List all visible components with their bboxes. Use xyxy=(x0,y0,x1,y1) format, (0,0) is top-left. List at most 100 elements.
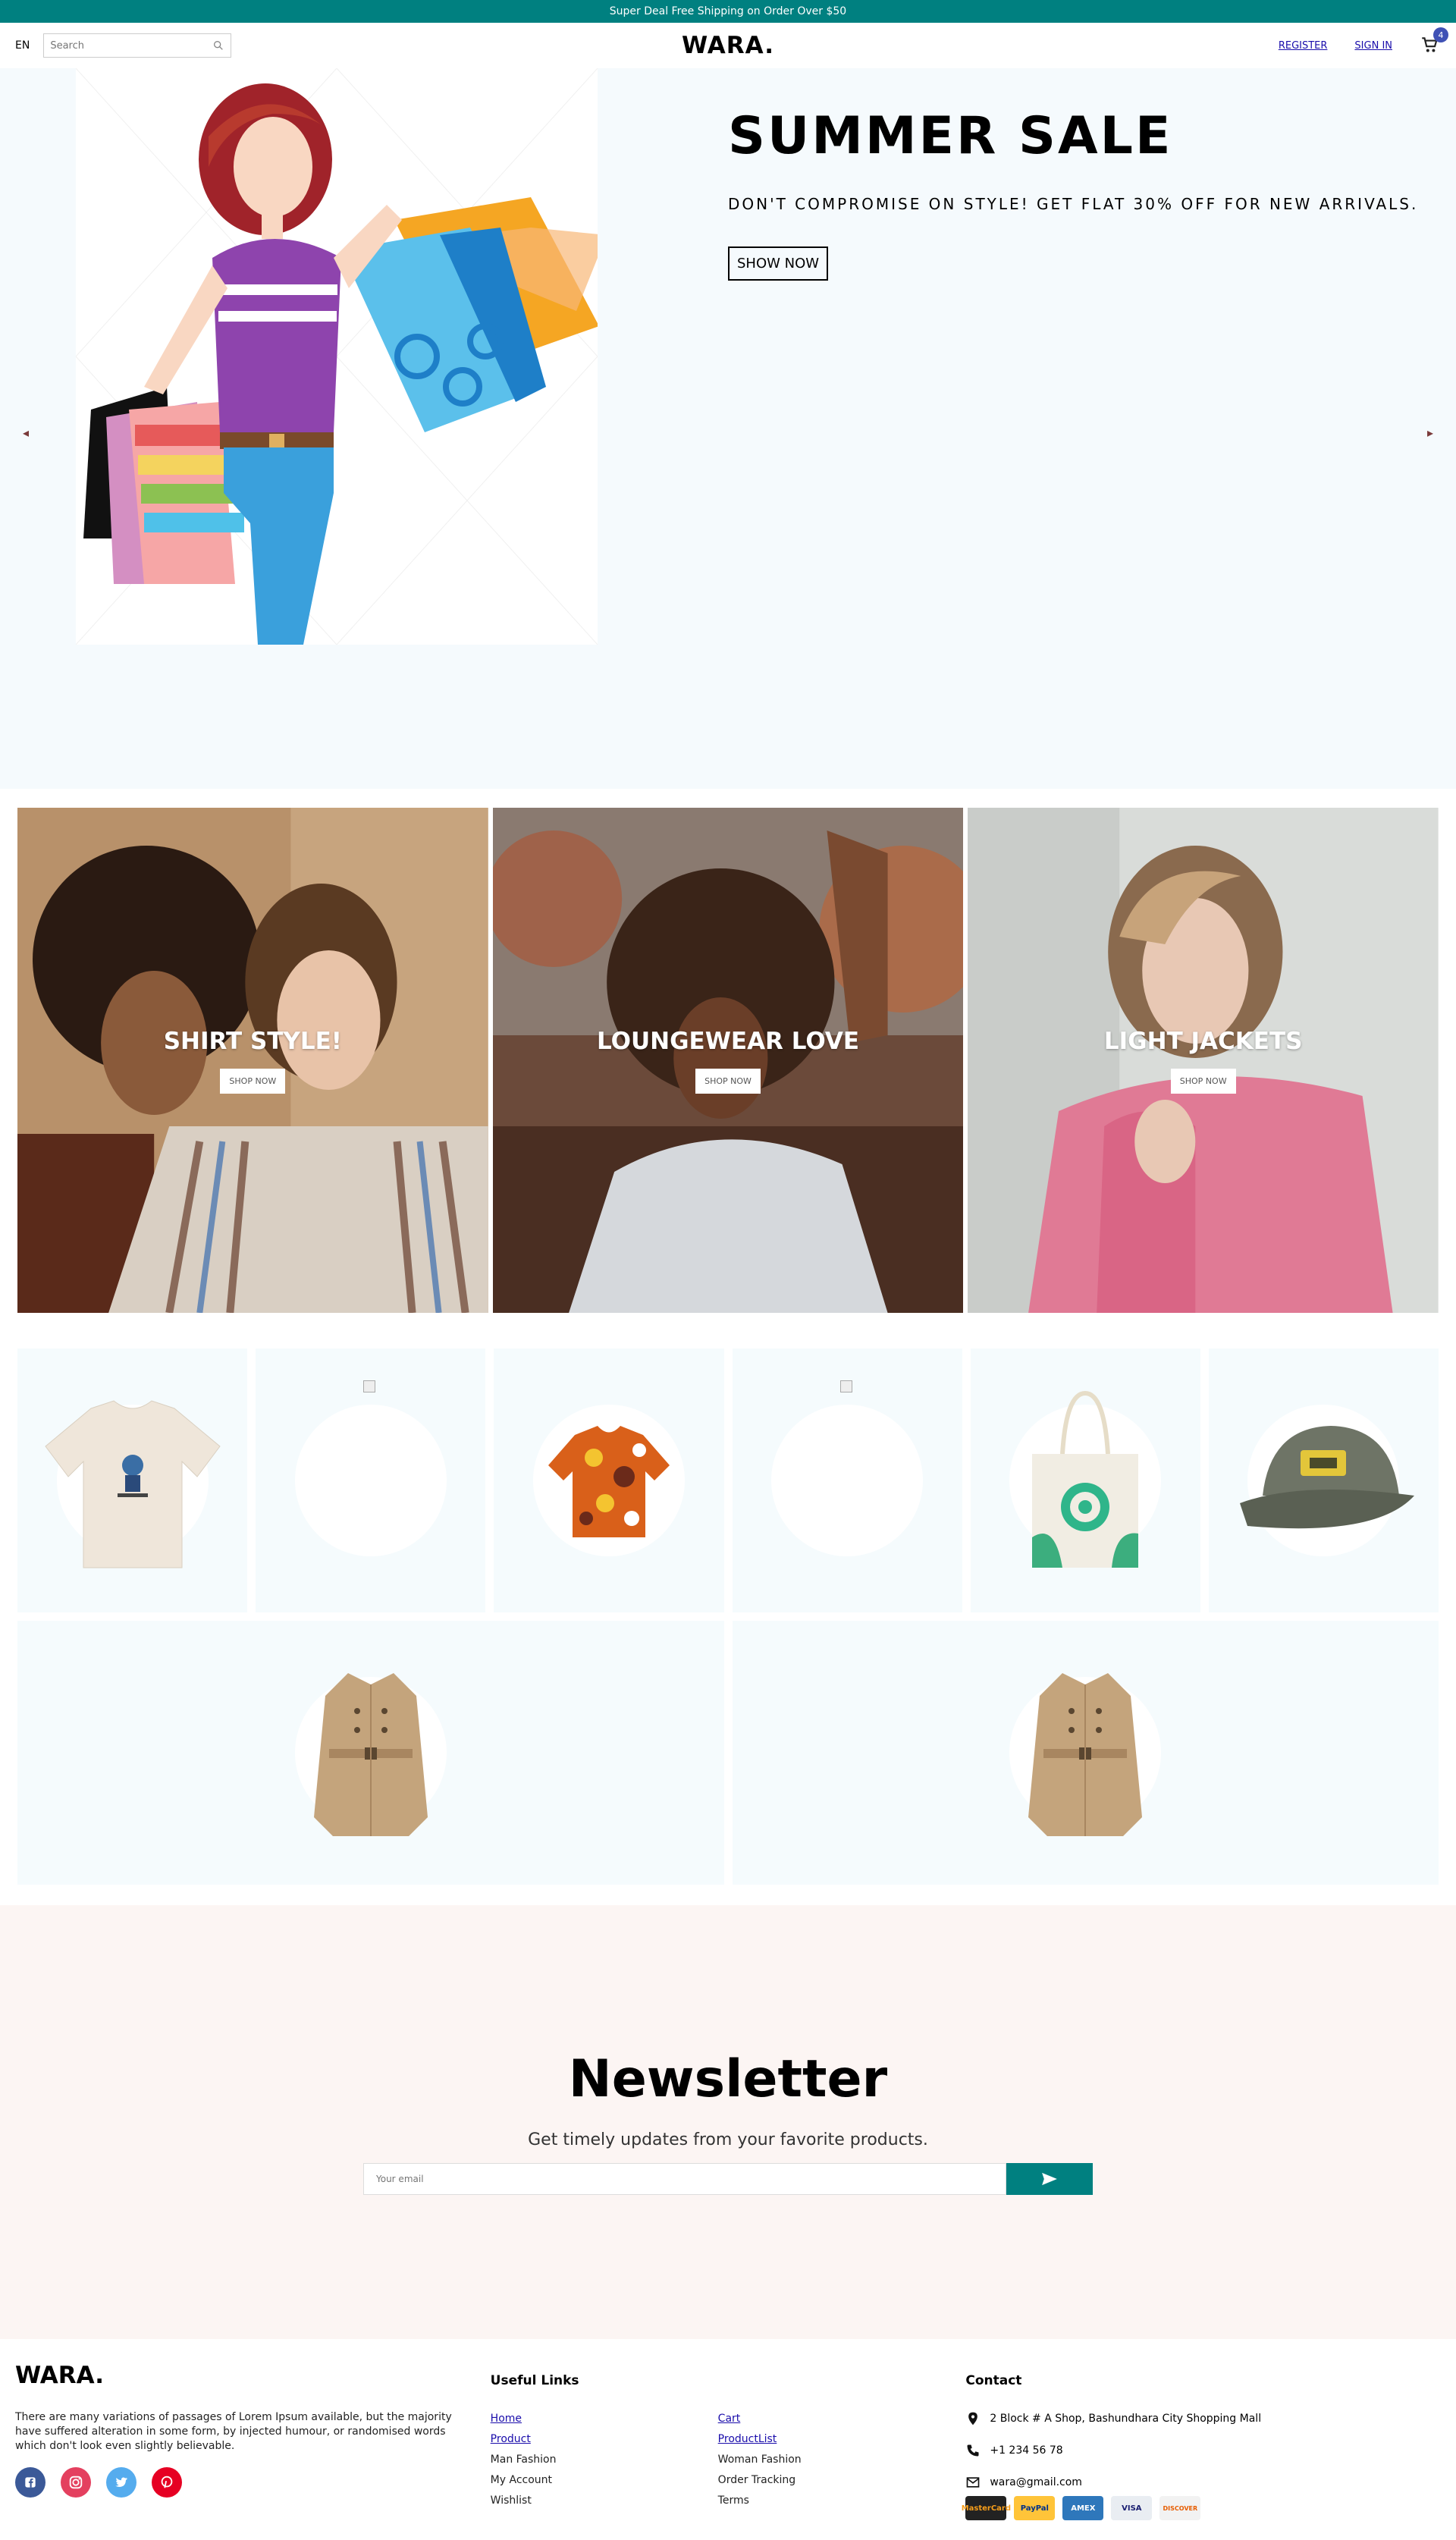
contact-title: Contact xyxy=(965,2373,1022,2388)
newsletter-title: Newsletter xyxy=(568,2049,888,2109)
hero-image xyxy=(76,68,598,645)
facebook-icon xyxy=(25,2477,36,2488)
search-input[interactable] xyxy=(50,39,213,52)
language-selector[interactable]: EN xyxy=(15,39,30,52)
announcement-bar: Super Deal Free Shipping on Order Over $… xyxy=(0,0,1456,23)
site-logo[interactable]: WARA. xyxy=(682,32,774,59)
contact-address: 2 Block # A Shop, Bashundhara City Shopp… xyxy=(965,2411,1441,2426)
twitter-icon xyxy=(115,2477,128,2487)
footer-link-my-account[interactable]: My Account xyxy=(491,2474,718,2486)
phone-icon xyxy=(967,2444,979,2457)
instagram-icon xyxy=(69,2476,83,2488)
hero-description: DON'T COMPROMISE ON STYLE! GET FLAT 30% … xyxy=(728,195,1419,213)
footer-contact: Contact 2 Block # A Shop, Bashundhara Ci… xyxy=(962,2358,1441,2540)
baseball-cap-image xyxy=(1240,1426,1415,1529)
category-title: LIGHT JACKETS xyxy=(1103,1027,1303,1055)
cart-badge: 4 xyxy=(1433,27,1448,42)
trench-coat-image xyxy=(1028,1673,1143,1836)
footer-link-wishlist[interactable]: Wishlist xyxy=(491,2494,718,2507)
paypal-icon: PayPal xyxy=(1014,2496,1056,2520)
hero-title: SUMMER SALE xyxy=(728,106,1173,166)
mail-icon xyxy=(967,2477,980,2488)
social-links xyxy=(15,2466,491,2498)
tote-bag-image xyxy=(1032,1390,1139,1568)
footer-link-cart[interactable]: Cart xyxy=(718,2413,946,2425)
amex-icon: AMEX xyxy=(1062,2496,1104,2520)
location-pin-icon xyxy=(968,2412,978,2425)
instagram-button[interactable] xyxy=(61,2466,91,2498)
footer-link-product[interactable]: Product xyxy=(491,2433,718,2445)
footer-description: There are many variations of passages of… xyxy=(15,2411,452,2452)
nav-left: EN xyxy=(15,33,232,58)
shop-now-button[interactable]: SHOP NOW xyxy=(1170,1068,1236,1094)
footer-link-woman-fashion[interactable]: Woman Fashion xyxy=(718,2454,946,2466)
slider-prev-button[interactable]: ◂ xyxy=(11,417,41,447)
slider-next-button[interactable]: ▸ xyxy=(1415,417,1445,447)
register-link[interactable]: REGISTER xyxy=(1279,40,1328,52)
navbar: EN WARA. REGISTER SIGN IN 4 xyxy=(0,23,1456,68)
t-shirt-image xyxy=(44,1400,221,1568)
hawaiian-shirt-image xyxy=(548,1426,670,1537)
footer-logo[interactable]: WARA. xyxy=(15,2362,491,2389)
product-card[interactable] xyxy=(1208,1348,1439,1612)
announcement-text: Super Deal Free Shipping on Order Over $… xyxy=(609,5,847,17)
show-now-button[interactable]: SHOW NOW xyxy=(728,246,829,281)
facebook-button[interactable] xyxy=(15,2466,46,2498)
product-card[interactable] xyxy=(17,1348,248,1612)
product-card[interactable] xyxy=(970,1348,1200,1612)
newsletter-form xyxy=(363,2163,1093,2195)
category-title: LOUNGEWEAR LOVE xyxy=(596,1027,860,1055)
product-card[interactable] xyxy=(17,1621,724,1885)
newsletter-section: Newsletter Get timely updates from your … xyxy=(0,1905,1456,2339)
product-circle-bg xyxy=(771,1405,924,1556)
pinterest-button[interactable] xyxy=(152,2466,182,2498)
contact-email: wara@gmail.com xyxy=(965,2475,1441,2490)
payment-methods: MasterCard PayPal AMEX VISA DISCOVER xyxy=(962,2496,1441,2520)
chevron-left-icon: ◂ xyxy=(22,425,30,440)
phone-text: +1 234 56 78 xyxy=(990,2444,1063,2457)
discover-icon: DISCOVER xyxy=(1159,2496,1201,2520)
search-box xyxy=(43,33,232,58)
light-jackets-photo xyxy=(968,808,1439,1313)
trench-coat-image xyxy=(313,1673,428,1836)
hero-text: SUMMER SALE DON'T COMPROMISE ON STYLE! G… xyxy=(728,106,1418,281)
category-card-loungewear[interactable]: LOUNGEWEAR LOVE SHOP NOW xyxy=(492,808,964,1313)
contact-list: 2 Block # A Shop, Bashundhara City Shopp… xyxy=(965,2411,1441,2490)
newsletter-description: Get timely updates from your favorite pr… xyxy=(528,2130,928,2149)
category-title: SHIRT STYLE! xyxy=(163,1027,342,1055)
footer-link-order-tracking[interactable]: Order Tracking xyxy=(718,2474,946,2486)
product-circle-bg xyxy=(294,1405,447,1556)
category-grid: SHIRT STYLE! SHOP NOW LOUNGEWEAR LOVE SH… xyxy=(17,808,1439,1313)
signin-link[interactable]: SIGN IN xyxy=(1354,40,1392,52)
product-row xyxy=(17,1348,1439,1612)
email-input[interactable] xyxy=(363,2163,1006,2195)
product-grid xyxy=(17,1348,1439,1885)
footer-link-man-fashion[interactable]: Man Fashion xyxy=(491,2454,718,2466)
footer-link-terms[interactable]: Terms xyxy=(718,2494,946,2507)
chevron-right-icon: ▸ xyxy=(1426,425,1434,440)
twitter-button[interactable] xyxy=(106,2466,136,2498)
subscribe-button[interactable] xyxy=(1006,2163,1093,2195)
hero-slider: ◂ SUMMER SALE DON'T COMPROMISE ON STYLE!… xyxy=(0,68,1456,789)
category-card-jackets[interactable]: LIGHT JACKETS SHOP NOW xyxy=(968,808,1439,1313)
visa-icon: VISA xyxy=(1111,2496,1153,2520)
product-card[interactable] xyxy=(494,1348,724,1612)
category-card-shirt[interactable]: SHIRT STYLE! SHOP NOW xyxy=(17,808,488,1313)
shop-now-button[interactable]: SHOP NOW xyxy=(220,1068,286,1094)
email-text: wara@gmail.com xyxy=(990,2476,1082,2488)
broken-image-icon xyxy=(363,1380,376,1392)
product-card[interactable] xyxy=(732,1621,1439,1885)
footer-link-productlist[interactable]: ProductList xyxy=(718,2433,946,2445)
footer-links: Useful Links Home Cart Product ProductLi… xyxy=(491,2358,966,2540)
product-card[interactable] xyxy=(256,1348,486,1612)
pinterest-icon xyxy=(161,2476,173,2488)
loungewear-love-photo xyxy=(492,808,964,1313)
shop-now-button[interactable]: SHOP NOW xyxy=(695,1068,761,1094)
shirt-style-photo xyxy=(17,808,488,1313)
search-icon[interactable] xyxy=(212,39,224,52)
nav-right: REGISTER SIGN IN 4 xyxy=(1279,27,1448,56)
contact-phone: +1 234 56 78 xyxy=(965,2443,1441,2458)
product-card[interactable] xyxy=(732,1348,962,1612)
footer-link-home[interactable]: Home xyxy=(491,2413,718,2425)
cart-button[interactable]: 4 xyxy=(1420,27,1448,56)
